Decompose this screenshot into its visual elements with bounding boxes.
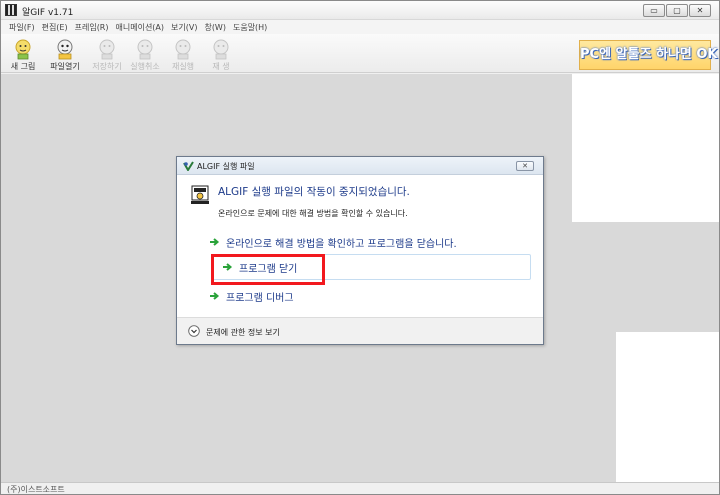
dialog-subtext: 온라인으로 문제에 대한 해결 방법을 확인할 수 있습니다.	[218, 209, 408, 218]
menu-window[interactable]: 창(W)	[201, 20, 230, 34]
app-icon	[5, 4, 17, 16]
menu-view[interactable]: 보기(V)	[168, 20, 201, 34]
dialog-title: ALGIF 실행 파일	[197, 162, 255, 171]
chevron-down-icon[interactable]	[188, 325, 200, 337]
show-problem-details-link[interactable]: 문제에 관한 정보 보기	[206, 327, 280, 338]
toolbar-label: 실행취소	[130, 62, 160, 71]
menu-file[interactable]: 파일(F)	[6, 20, 39, 34]
redo-icon	[175, 39, 191, 60]
title-bar: 알GIF v1.71 ▭ ▢ ✕	[1, 1, 719, 20]
close-button[interactable]: ✕	[689, 4, 711, 17]
app-window: 알GIF v1.71 ▭ ▢ ✕ 파일(F) 편집(E) 프레임(R) 애니메이…	[0, 0, 720, 495]
save-icon	[99, 39, 115, 60]
menu-animation[interactable]: 애니메이션(A)	[113, 20, 169, 34]
window-controls: ▭ ▢ ✕	[643, 4, 711, 17]
dialog-footer: 문제에 관한 정보 보기	[177, 317, 543, 344]
play-icon	[213, 39, 229, 60]
toolbar-label: 저장하기	[92, 62, 122, 71]
canvas-area	[572, 74, 719, 222]
toolbar-label: 재 생	[212, 62, 230, 71]
new-image-button[interactable]: 새 그림	[3, 38, 43, 72]
dialog-heading: ALGIF 실행 파일의 작동이 중지되었습니다.	[218, 186, 410, 198]
save-button[interactable]: 저장하기	[87, 38, 127, 72]
minimize-button[interactable]: ▭	[643, 4, 665, 17]
menu-help[interactable]: 도움말(H)	[230, 20, 271, 34]
error-dialog: ALGIF 실행 파일 ✕ ALGIF 실행 파일의 작동이 중지되었습니다. …	[176, 156, 544, 345]
program-icon	[191, 185, 209, 204]
toolbar-label: 재실행	[171, 62, 195, 71]
green-arrow-icon	[210, 292, 220, 300]
altools-banner[interactable]: PC엔 알툴즈 하나면 OK	[579, 40, 718, 70]
check-online-option[interactable]: 온라인으로 해결 방법을 확인하고 프로그램을 닫습니다.	[209, 230, 527, 254]
toolbar-label: 새 그림	[10, 62, 36, 71]
debug-program-option[interactable]: 프로그램 디버그	[209, 284, 527, 308]
red-highlight-box	[211, 254, 325, 285]
status-bar: (주)이스트소프트	[1, 482, 719, 494]
redo-button[interactable]: 재실행	[163, 38, 203, 72]
dialog-title-bar: ALGIF 실행 파일 ✕	[177, 157, 543, 175]
play-button[interactable]: 재 생	[201, 38, 241, 72]
green-arrow-icon	[210, 238, 220, 246]
menu-edit[interactable]: 편집(E)	[39, 20, 72, 34]
toolbar-label: 파일열기	[50, 62, 80, 71]
status-text: (주)이스트소프트	[7, 485, 65, 494]
new-image-icon	[15, 39, 31, 60]
menu-bar: 파일(F) 편집(E) 프레임(R) 애니메이션(A) 보기(V) 창(W) 도…	[1, 20, 719, 34]
undo-icon	[137, 39, 153, 60]
menu-frame[interactable]: 프레임(R)	[72, 20, 113, 34]
dialog-app-icon	[183, 161, 194, 171]
option-label: 온라인으로 해결 방법을 확인하고 프로그램을 닫습니다.	[226, 238, 457, 250]
open-file-icon	[57, 39, 73, 60]
maximize-button[interactable]: ▢	[666, 4, 688, 17]
dialog-close-button[interactable]: ✕	[516, 161, 534, 171]
undo-button[interactable]: 실행취소	[125, 38, 165, 72]
window-title: 알GIF v1.71	[22, 8, 74, 18]
canvas-area	[616, 332, 719, 482]
option-label: 프로그램 디버그	[226, 292, 294, 304]
open-file-button[interactable]: 파일열기	[45, 38, 85, 72]
